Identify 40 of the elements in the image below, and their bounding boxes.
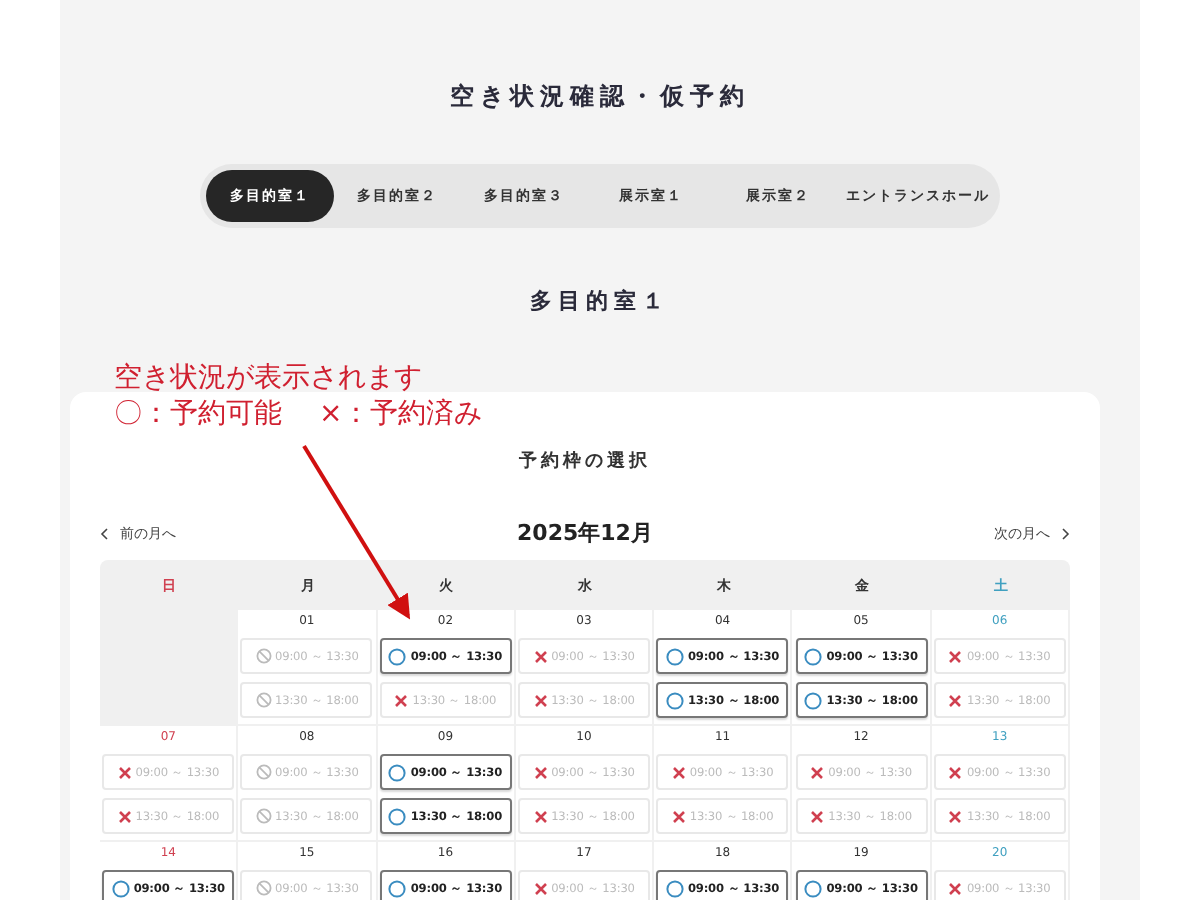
circle-icon	[111, 879, 130, 897]
circle-icon	[804, 691, 823, 709]
circle-icon	[388, 647, 407, 665]
cross-icon	[533, 881, 548, 895]
cross-icon	[948, 765, 963, 779]
no-entry-icon	[255, 648, 272, 664]
no-entry-icon	[255, 692, 272, 708]
annotation-text: 空き状況が表示されます 〇：予約可能 ×：予約済み	[114, 360, 483, 432]
circle-icon	[804, 879, 823, 897]
cross-icon	[810, 765, 825, 779]
chevron-right-icon	[1062, 527, 1070, 539]
no-entry-icon	[255, 808, 272, 824]
cross-icon	[533, 693, 548, 707]
cross-icon	[948, 693, 963, 707]
card-title: 予約枠の選択	[519, 449, 651, 474]
cross-icon	[948, 809, 963, 823]
cross-icon	[671, 809, 686, 823]
no-entry-icon	[255, 764, 272, 780]
circle-icon	[388, 763, 407, 781]
cross-icon	[117, 809, 132, 823]
cross-icon	[533, 809, 548, 823]
circle-icon	[665, 647, 684, 665]
circle-icon	[388, 807, 407, 825]
cross-icon	[533, 649, 548, 663]
room-title: 多目的室１	[530, 286, 670, 316]
no-entry-icon	[255, 880, 272, 896]
month-label: 2025年12月	[517, 518, 653, 548]
circle-icon	[804, 647, 823, 665]
circle-icon	[665, 691, 684, 709]
cross-icon	[671, 765, 686, 779]
cross-icon	[948, 649, 963, 663]
page-title: 空き状況確認・仮予約	[450, 80, 750, 114]
cross-icon	[810, 809, 825, 823]
chevron-left-icon	[100, 527, 108, 539]
cross-icon	[394, 693, 409, 707]
circle-icon	[665, 879, 684, 897]
cross-icon	[533, 765, 548, 779]
cross-icon	[117, 765, 132, 779]
cross-icon	[948, 881, 963, 895]
circle-icon	[388, 879, 407, 897]
